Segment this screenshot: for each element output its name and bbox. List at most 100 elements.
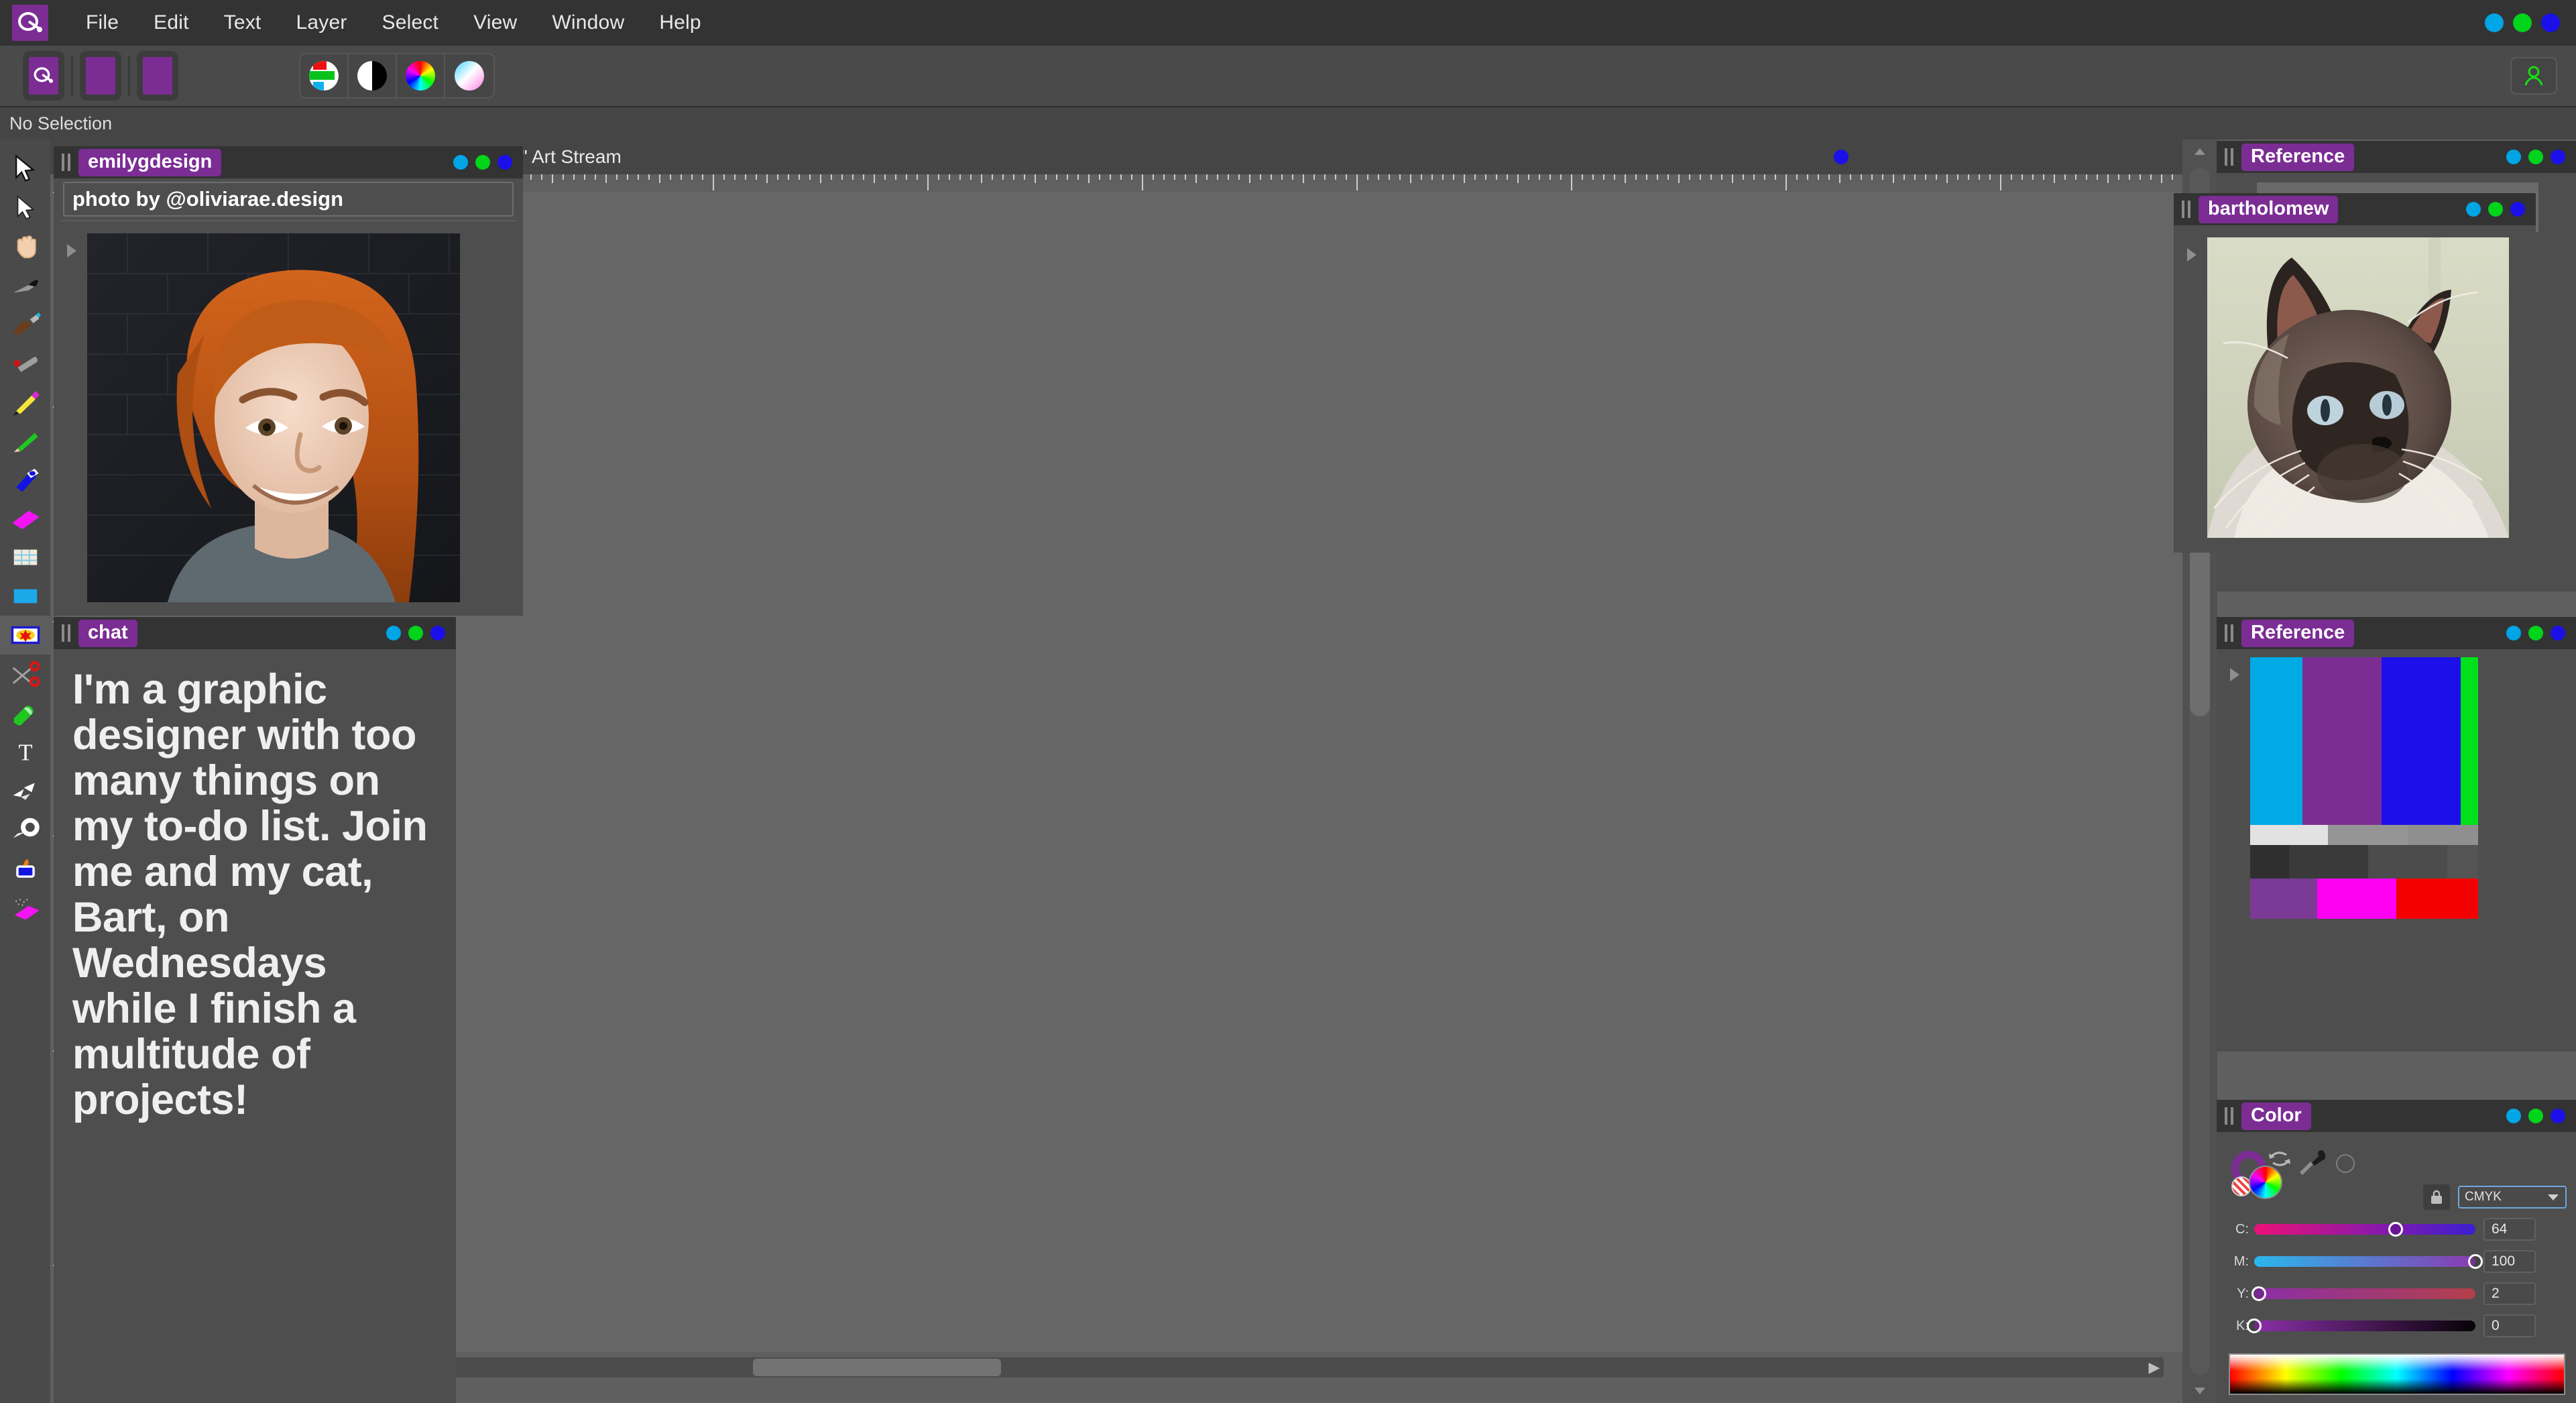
slider-track-m[interactable]: [2254, 1254, 2483, 1269]
menu-file[interactable]: File: [68, 11, 136, 34]
reference-swatch[interactable]: [2250, 845, 2289, 879]
chevron-down-icon[interactable]: [2548, 1194, 2559, 1200]
reference-swatch[interactable]: [2317, 879, 2396, 919]
tool-eraser-tool[interactable]: [0, 693, 50, 732]
panel-minimize-dot[interactable]: [386, 626, 401, 640]
menu-help[interactable]: Help: [642, 11, 719, 34]
panel-minimize-dot[interactable]: [2506, 150, 2521, 164]
slider-value-m[interactable]: 100: [2483, 1250, 2536, 1273]
tool-move-arrow-tool[interactable]: [0, 149, 50, 188]
slider-knob-k[interactable]: [2247, 1318, 2262, 1333]
menu-edit[interactable]: Edit: [136, 11, 207, 34]
reference-swatch[interactable]: [2396, 879, 2478, 919]
panel-color[interactable]: Color CMYK C: 64 M: 100 Y: 2 K: 0: [2217, 1100, 2576, 1403]
panel-reference-palette[interactable]: Reference: [2217, 617, 2576, 1052]
panel-maximize-dot[interactable]: [2528, 626, 2543, 640]
menu-view[interactable]: View: [456, 11, 534, 34]
reference-swatch[interactable]: [2250, 825, 2328, 845]
reference-swatch-grid[interactable]: [2250, 657, 2534, 999]
panel-maximize-dot[interactable]: [2528, 1109, 2543, 1123]
mode-grayscale-icon[interactable]: [349, 54, 397, 97]
drag-grip-icon-2[interactable]: [2231, 1107, 2233, 1125]
reference-swatch[interactable]: [2328, 825, 2408, 845]
drag-grip-icon-2[interactable]: [68, 154, 70, 171]
preset-swatch-2-button[interactable]: [137, 51, 178, 101]
scroll-right-arrow-icon[interactable]: ▶: [2145, 1359, 2164, 1376]
tool-green-pencil-tool[interactable]: [0, 421, 50, 460]
panel-bartholomew[interactable]: bartholomew: [2174, 193, 2536, 553]
color-preview-circle[interactable]: [2336, 1154, 2355, 1173]
slider-track-y[interactable]: [2251, 1286, 2475, 1301]
panel-header[interactable]: Reference: [2217, 617, 2576, 649]
slider-knob-m[interactable]: [2468, 1254, 2483, 1269]
panel-close-dot[interactable]: [2551, 150, 2565, 164]
slider-value-k[interactable]: 0: [2483, 1314, 2536, 1337]
drag-grip-icon[interactable]: [2225, 624, 2227, 642]
mode-rgb-swatch-icon[interactable]: [300, 54, 349, 97]
color-spectrum-bar[interactable]: [2229, 1353, 2565, 1395]
tool-scissors-tool[interactable]: [0, 655, 50, 693]
menu-layer[interactable]: Layer: [278, 11, 364, 34]
tool-magenta-chalk-tool[interactable]: [0, 499, 50, 538]
tool-fill-rect-tool[interactable]: [0, 577, 50, 616]
reference-swatch[interactable]: [2382, 657, 2461, 825]
app-logo-icon[interactable]: [12, 5, 48, 41]
drag-grip-icon-2[interactable]: [2231, 624, 2233, 642]
slider-value-y[interactable]: 2: [2483, 1282, 2536, 1305]
tool-sticker-tool[interactable]: [0, 616, 50, 655]
window-maximize-dot[interactable]: [2513, 13, 2532, 32]
expand-triangle-icon[interactable]: [2187, 248, 2197, 262]
panel-minimize-dot[interactable]: [2506, 1109, 2521, 1123]
reference-swatch[interactable]: [2461, 657, 2478, 825]
menu-select[interactable]: Select: [365, 11, 457, 34]
tool-paint-brush-tool[interactable]: [0, 304, 50, 343]
panel-close-dot[interactable]: [2551, 1109, 2565, 1123]
tool-direct-select-arrow-tool[interactable]: [0, 188, 50, 227]
panel-close-dot[interactable]: [430, 626, 445, 640]
document-close-dot[interactable]: [1834, 150, 1849, 164]
menu-text[interactable]: Text: [207, 11, 279, 34]
panel-header[interactable]: Reference: [2217, 141, 2576, 173]
tool-charcoal-tool[interactable]: [0, 343, 50, 382]
drag-grip-icon-2[interactable]: [68, 624, 70, 642]
preset-swatch-1-button[interactable]: [80, 51, 121, 101]
lock-icon[interactable]: [2423, 1184, 2450, 1210]
slider-track-c[interactable]: [2254, 1222, 2475, 1237]
color-mode-select[interactable]: CMYK: [2458, 1186, 2567, 1209]
eyedropper-icon[interactable]: [2300, 1149, 2325, 1178]
slider-knob-c[interactable]: [2388, 1222, 2404, 1237]
panel-header[interactable]: emilygdesign: [54, 146, 523, 178]
reference-swatch[interactable]: [2447, 845, 2478, 879]
reference-swatch[interactable]: [2250, 879, 2317, 919]
drag-grip-icon-2[interactable]: [2188, 201, 2190, 218]
menu-window[interactable]: Window: [534, 11, 642, 34]
panel-minimize-dot[interactable]: [2506, 626, 2521, 640]
tool-spray-tool[interactable]: [0, 888, 50, 927]
panel-emilygdesign[interactable]: emilygdesign photo by @oliviarae.design: [54, 146, 523, 616]
color-wheel-icon[interactable]: [2249, 1166, 2282, 1199]
expand-triangle-icon[interactable]: [2230, 668, 2239, 681]
rail-up-arrow-icon[interactable]: [2182, 139, 2217, 164]
reference-swatch[interactable]: [2250, 657, 2302, 825]
photo-credit-field[interactable]: photo by @oliviarae.design: [63, 182, 514, 217]
tool-origami-tool[interactable]: [0, 771, 50, 810]
tool-grid-pattern-tool[interactable]: [0, 538, 50, 577]
drag-grip-icon[interactable]: [2225, 1107, 2227, 1125]
reference-swatch[interactable]: [2302, 657, 2382, 825]
drag-grip-icon[interactable]: [62, 154, 64, 171]
reference-swatch[interactable]: [2289, 845, 2368, 879]
panel-maximize-dot[interactable]: [475, 155, 490, 170]
tool-hand-tool[interactable]: [0, 227, 50, 266]
tool-type-tool[interactable]: T: [0, 732, 50, 771]
mode-gradient-icon[interactable]: [445, 54, 493, 97]
slider-value-c[interactable]: 64: [2483, 1218, 2536, 1241]
rail-down-arrow-icon[interactable]: [2182, 1379, 2217, 1403]
slider-knob-y[interactable]: [2251, 1286, 2266, 1301]
drag-grip-icon[interactable]: [2225, 148, 2227, 166]
expand-triangle-icon[interactable]: [67, 244, 76, 258]
drag-grip-icon-2[interactable]: [2231, 148, 2233, 166]
panel-maximize-dot[interactable]: [2488, 202, 2503, 217]
tool-pencil-tool[interactable]: [0, 382, 50, 421]
swap-colors-icon[interactable]: [2268, 1149, 2292, 1170]
panel-maximize-dot[interactable]: [408, 626, 423, 640]
